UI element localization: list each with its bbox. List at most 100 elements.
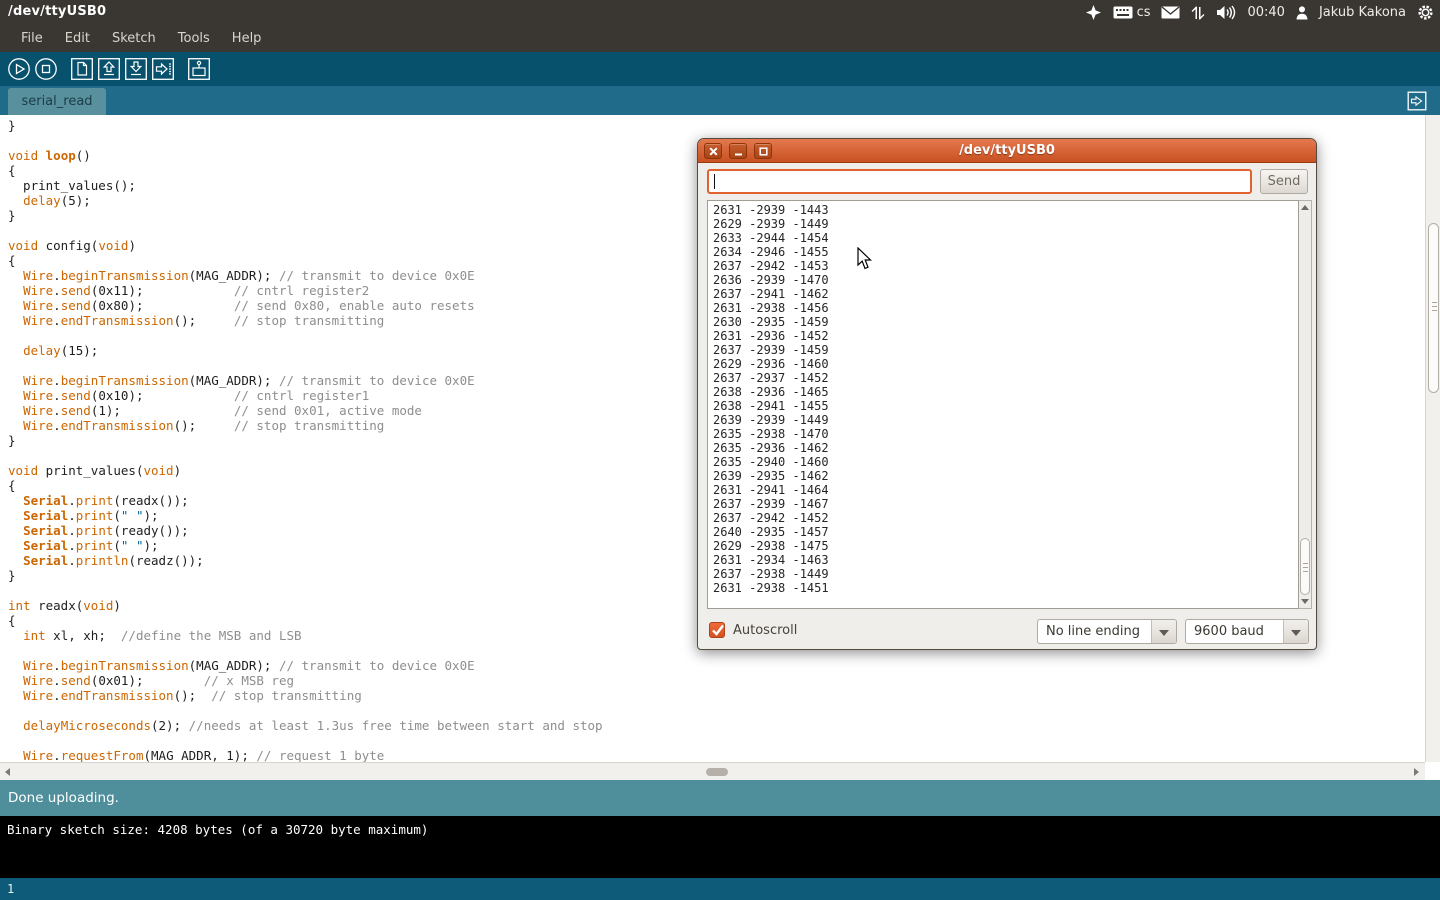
- toolbar: [0, 52, 1440, 86]
- menubar: FileEditSketchToolsHelp: [0, 25, 1440, 52]
- tab-serial-read[interactable]: serial_read: [8, 88, 106, 115]
- status-message: Done uploading.: [8, 790, 119, 806]
- keyboard-layout-icon[interactable]: cs: [1113, 5, 1151, 20]
- serial-line: 2634 -2946 -1455: [713, 245, 1298, 259]
- menu-edit[interactable]: Edit: [54, 26, 101, 51]
- username-label[interactable]: Jakub Kakona: [1319, 5, 1406, 20]
- mouse-cursor: [857, 247, 873, 275]
- titlebar: /dev/ttyUSB0 cs 00:40 Jakub Kakona: [0, 0, 1440, 25]
- window-title: /dev/ttyUSB0: [8, 4, 106, 19]
- serial-line: 2631 -2941 -1464: [713, 483, 1298, 497]
- serial-line: 2631 -2938 -1456: [713, 301, 1298, 315]
- code-line: Wire.send(0x01); // x MSB reg: [8, 673, 1425, 688]
- scroll-right-arrow-icon[interactable]: [1414, 768, 1419, 776]
- serial-scroll-thumb[interactable]: [1300, 538, 1310, 595]
- editor-vertical-scrollbar[interactable]: [1425, 115, 1440, 762]
- menu-tools[interactable]: Tools: [167, 26, 221, 51]
- session-gear-icon[interactable]: [1417, 4, 1434, 21]
- scroll-down-arrow-icon[interactable]: [1301, 599, 1309, 604]
- serial-line: 2637 -2942 -1452: [713, 511, 1298, 525]
- baud-rate-dropdown[interactable]: 9600 baud: [1185, 619, 1309, 644]
- serial-line: 2637 -2939 -1459: [713, 343, 1298, 357]
- indicator-star-icon[interactable]: [1085, 4, 1102, 21]
- serial-line: 2631 -2939 -1443: [713, 203, 1298, 217]
- serial-line: 2635 -2940 -1460: [713, 455, 1298, 469]
- serial-line: 2637 -2937 -1452: [713, 371, 1298, 385]
- keyboard-layout-label[interactable]: cs: [1137, 5, 1151, 20]
- serial-line: 2631 -2934 -1463: [713, 553, 1298, 567]
- vertical-scroll-thumb[interactable]: [1428, 223, 1439, 393]
- line-ending-value: No line ending: [1038, 620, 1151, 643]
- serial-line: 2638 -2941 -1455: [713, 399, 1298, 413]
- footer-bar: 1: [0, 878, 1440, 900]
- baud-rate-value: 9600 baud: [1186, 620, 1283, 643]
- scroll-left-arrow-icon[interactable]: [5, 768, 10, 776]
- send-button[interactable]: Send: [1260, 169, 1308, 194]
- serial-line: 2637 -2942 -1453: [713, 259, 1298, 273]
- serial-monitor-window: /dev/ttyUSB0 Send 2631 -2939 -14432629 -…: [697, 138, 1317, 650]
- code-line: Wire.requestFrom(MAG_ADDR, 1); // reques…: [8, 748, 1425, 762]
- code-line: Wire.beginTransmission(MAG_ADDR); // tra…: [8, 658, 1425, 673]
- line-number-indicator: 1: [7, 882, 14, 896]
- serial-line: 2637 -2941 -1462: [713, 287, 1298, 301]
- serial-line: 2629 -2939 -1449: [713, 217, 1298, 231]
- code-line: [8, 733, 1425, 748]
- dropdown-arrow-icon[interactable]: [1283, 620, 1308, 643]
- code-line: }: [8, 118, 1425, 133]
- serial-monitor-button[interactable]: [186, 56, 212, 82]
- tabbar: serial_read: [0, 86, 1440, 115]
- code-line: delayMicroseconds(2); //needs at least 1…: [8, 718, 1425, 733]
- serial-line: 2638 -2936 -1465: [713, 385, 1298, 399]
- sync-arrows-icon[interactable]: [1191, 5, 1205, 21]
- serial-line: 2631 -2936 -1452: [713, 329, 1298, 343]
- menu-sketch[interactable]: Sketch: [101, 26, 167, 51]
- serial-input-field[interactable]: [707, 169, 1252, 194]
- code-line: [8, 703, 1425, 718]
- serial-monitor-title: /dev/ttyUSB0: [698, 143, 1316, 158]
- editor-horizontal-scrollbar[interactable]: [0, 762, 1425, 780]
- serial-line: 2637 -2938 -1449: [713, 567, 1298, 581]
- upload-button[interactable]: [150, 56, 176, 82]
- serial-line: 2629 -2938 -1475: [713, 539, 1298, 553]
- horizontal-scroll-thumb[interactable]: [706, 768, 728, 776]
- serial-line: 2635 -2938 -1470: [713, 427, 1298, 441]
- serial-line: 2640 -2935 -1457: [713, 525, 1298, 539]
- volume-icon[interactable]: [1216, 5, 1236, 20]
- serial-line: 2639 -2935 -1462: [713, 469, 1298, 483]
- verify-button[interactable]: [6, 56, 32, 82]
- clock[interactable]: 00:40: [1247, 5, 1284, 20]
- serial-line: 2636 -2939 -1470: [713, 273, 1298, 287]
- serial-line: 2629 -2936 -1460: [713, 357, 1298, 371]
- mail-icon[interactable]: [1161, 6, 1180, 19]
- menu-file[interactable]: File: [10, 26, 54, 51]
- system-tray: cs 00:40 Jakub Kakona: [1085, 0, 1434, 25]
- stop-button[interactable]: [33, 56, 59, 82]
- console-output: Binary sketch size: 4208 bytes (of a 307…: [0, 816, 1440, 878]
- serial-scrollbar[interactable]: [1299, 200, 1312, 609]
- scroll-up-arrow-icon[interactable]: [1301, 205, 1309, 210]
- serial-line: 2637 -2939 -1467: [713, 497, 1298, 511]
- serial-line: 2639 -2939 -1449: [713, 413, 1298, 427]
- console-text: Binary sketch size: 4208 bytes (of a 307…: [7, 822, 428, 837]
- serial-monitor-titlebar[interactable]: /dev/ttyUSB0: [698, 139, 1316, 163]
- dropdown-arrow-icon[interactable]: [1151, 620, 1176, 643]
- serial-line: 2630 -2935 -1459: [713, 315, 1298, 329]
- code-line: Wire.endTransmission(); // stop transmit…: [8, 688, 1425, 703]
- serial-line: 2633 -2944 -1454: [713, 231, 1298, 245]
- user-icon: [1296, 6, 1308, 20]
- line-ending-dropdown[interactable]: No line ending: [1037, 619, 1177, 644]
- serial-line: 2635 -2936 -1462: [713, 441, 1298, 455]
- save-button[interactable]: [123, 56, 149, 82]
- open-button[interactable]: [96, 56, 122, 82]
- serial-lines: 2631 -2939 -14432629 -2939 -14492633 -29…: [708, 201, 1298, 595]
- tab-menu-button[interactable]: [1406, 90, 1427, 111]
- text-caret: [714, 174, 715, 189]
- serial-output-area[interactable]: 2631 -2939 -14432629 -2939 -14492633 -29…: [707, 200, 1299, 609]
- tab-label: serial_read: [21, 94, 92, 109]
- new-sketch-button[interactable]: [69, 56, 95, 82]
- serial-line: 2631 -2938 -1451: [713, 581, 1298, 595]
- autoscroll-label[interactable]: Autoscroll: [733, 623, 797, 638]
- status-bar: Done uploading.: [0, 780, 1440, 816]
- autoscroll-checkbox[interactable]: [709, 622, 725, 638]
- menu-help[interactable]: Help: [221, 26, 273, 51]
